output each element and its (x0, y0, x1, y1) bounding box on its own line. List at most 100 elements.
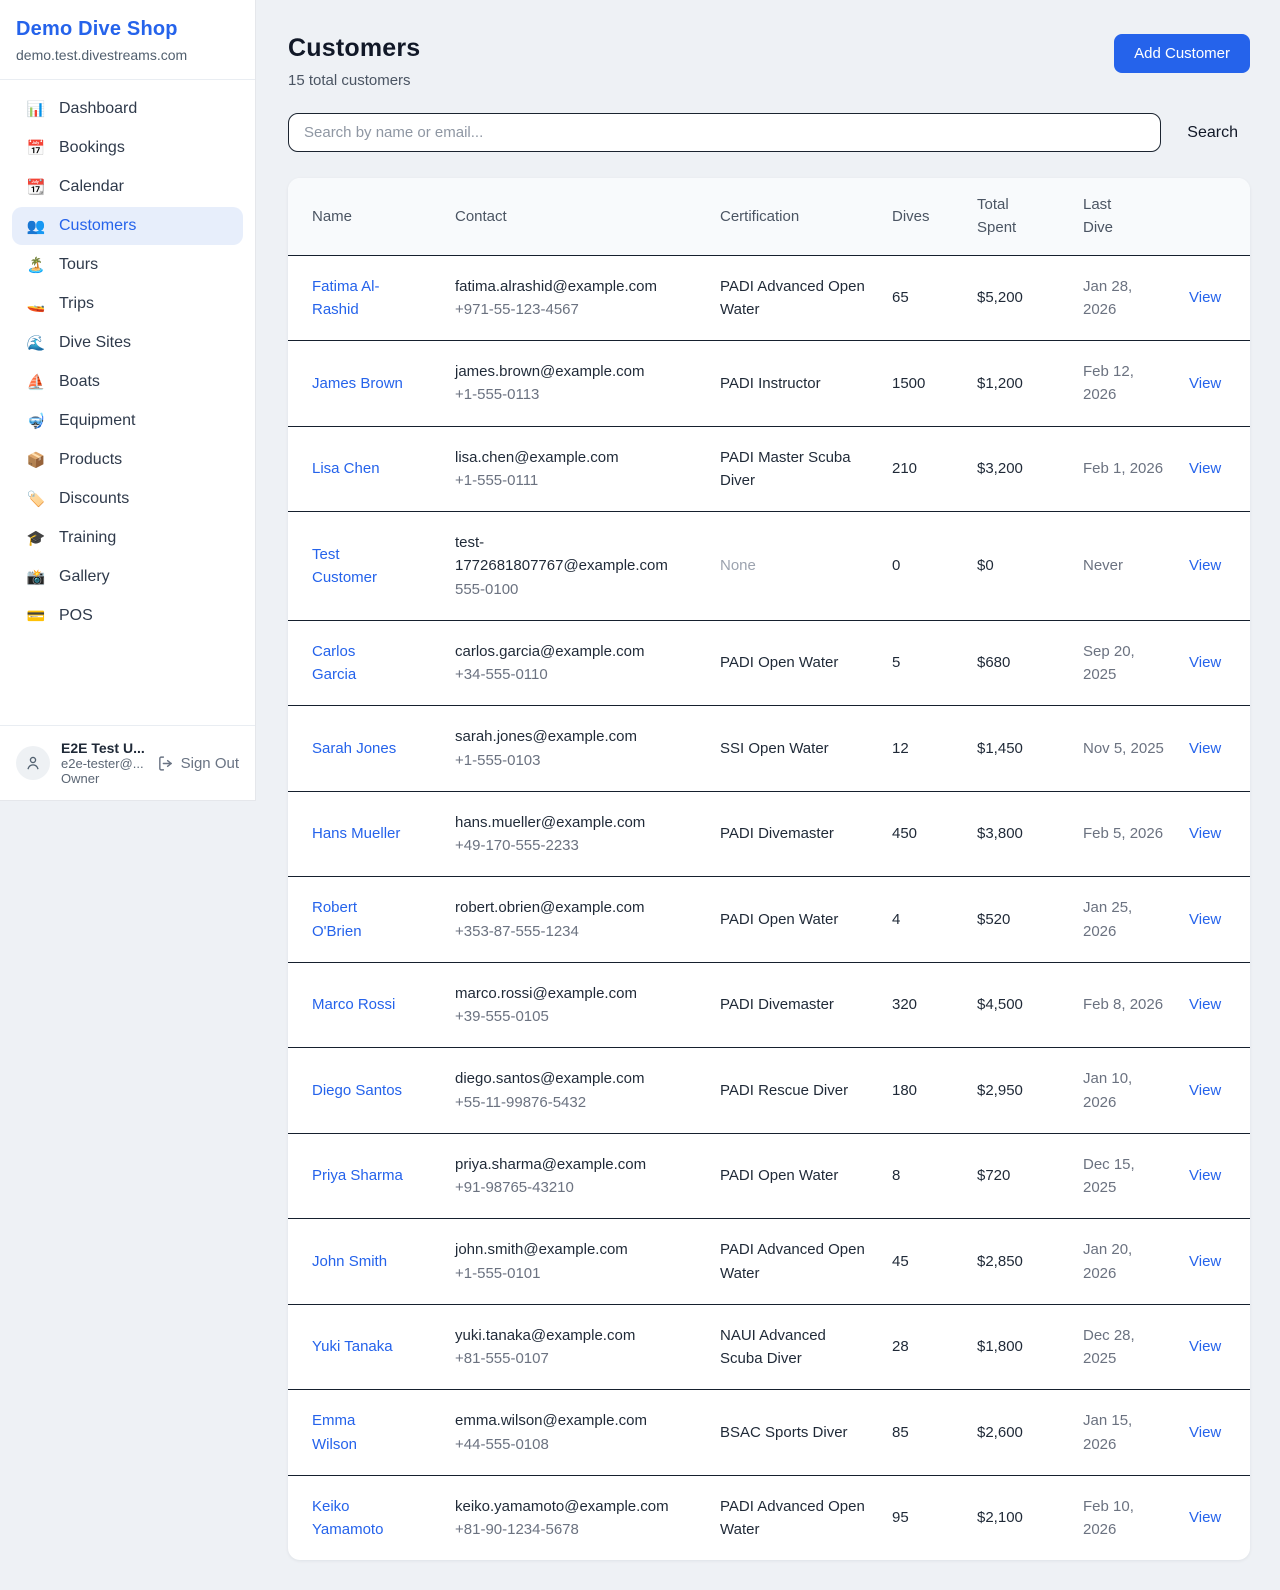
customer-name-link[interactable]: Priya Sharma (312, 1164, 403, 1187)
total-spent-cell: $3,200 (965, 426, 1071, 512)
sidebar: Demo Dive Shop demo.test.divestreams.com… (0, 0, 256, 801)
sidebar-item-discounts[interactable]: 🏷️Discounts (12, 480, 243, 518)
trips-icon: 🚤 (26, 295, 46, 313)
view-link[interactable]: View (1189, 375, 1221, 392)
dives-cell: 65 (880, 255, 965, 341)
total-spent-cell: $1,450 (965, 706, 1071, 792)
dives-cell: 0 (880, 512, 965, 621)
column-header-label: Contact (455, 208, 507, 225)
name-cell: Fatima Al-Rashid (288, 255, 443, 341)
calendar-icon: 📆 (26, 178, 46, 196)
certification-cell: PADI Open Water (708, 1133, 880, 1219)
user-icon (24, 754, 42, 772)
user-info: E2E Test U... e2e-tester@... Owner (61, 740, 144, 786)
table-row: Lisa Chenlisa.chen@example.com+1-555-011… (288, 426, 1250, 512)
contact-cell: diego.santos@example.com+55-11-99876-543… (443, 1048, 708, 1134)
certification-cell: SSI Open Water (708, 706, 880, 792)
view-link[interactable]: View (1189, 557, 1221, 574)
view-link[interactable]: View (1189, 1338, 1221, 1355)
customer-name-link[interactable]: Lisa Chen (312, 457, 380, 480)
sidebar-item-training[interactable]: 🎓Training (12, 519, 243, 557)
customer-name-link[interactable]: John Smith (312, 1250, 387, 1273)
customer-name-link[interactable]: James Brown (312, 372, 403, 395)
contact-cell: keiko.yamamoto@example.com+81-90-1234-56… (443, 1475, 708, 1560)
view-link[interactable]: View (1189, 654, 1221, 671)
certification-cell: PADI Master Scuba Diver (708, 426, 880, 512)
customer-name-link[interactable]: Marco Rossi (312, 993, 395, 1016)
last-dive-cell: Dec 28, 2025 (1071, 1304, 1177, 1390)
certification-value: NAUI Advanced Scuba Diver (720, 1327, 826, 1367)
certification-value: PADI Advanced Open Water (720, 1241, 865, 1281)
contact-cell: sarah.jones@example.com+1-555-0103 (443, 706, 708, 792)
view-link[interactable]: View (1189, 825, 1221, 842)
customer-email: lisa.chen@example.com (455, 446, 696, 469)
sidebar-item-customers[interactable]: 👥Customers (12, 207, 243, 245)
view-link[interactable]: View (1189, 1424, 1221, 1441)
name-cell: Priya Sharma (288, 1133, 443, 1219)
sidebar-item-equipment[interactable]: 🤿Equipment (12, 402, 243, 440)
customer-name-link[interactable]: Robert O'Brien (312, 896, 403, 943)
add-customer-button[interactable]: Add Customer (1114, 34, 1250, 73)
sidebar-item-gallery[interactable]: 📸Gallery (12, 558, 243, 596)
sidebar-item-bookings[interactable]: 📅Bookings (12, 129, 243, 167)
sidebar-item-dive-sites[interactable]: 🌊Dive Sites (12, 324, 243, 362)
view-link[interactable]: View (1189, 289, 1221, 306)
sidebar-item-trips[interactable]: 🚤Trips (12, 285, 243, 323)
contact-cell: hans.mueller@example.com+49-170-555-2233 (443, 791, 708, 877)
sidebar-item-tours[interactable]: 🏝️Tours (12, 246, 243, 284)
column-header-actions (1177, 178, 1250, 255)
last-dive-cell: Jan 28, 2026 (1071, 255, 1177, 341)
actions-cell: View (1177, 706, 1250, 792)
total-spent-cell: $0 (965, 512, 1071, 621)
certification-cell: PADI Advanced Open Water (708, 255, 880, 341)
search-button[interactable]: Search (1175, 116, 1250, 150)
view-link[interactable]: View (1189, 1167, 1221, 1184)
customer-name-link[interactable]: Carlos Garcia (312, 640, 403, 687)
table-row: Test Customertest-1772681807767@example.… (288, 512, 1250, 621)
customer-name-link[interactable]: Hans Mueller (312, 822, 400, 845)
sign-out-button[interactable]: Sign Out (157, 755, 239, 772)
sidebar-item-pos[interactable]: 💳POS (12, 597, 243, 635)
contact-cell: fatima.alrashid@example.com+971-55-123-4… (443, 255, 708, 341)
customer-name-link[interactable]: Test Customer (312, 543, 403, 590)
view-link[interactable]: View (1189, 1253, 1221, 1270)
user-section: E2E Test U... e2e-tester@... Owner Sign … (0, 725, 255, 800)
name-cell: Keiko Yamamoto (288, 1475, 443, 1560)
customer-name-link[interactable]: Fatima Al-Rashid (312, 275, 403, 322)
customer-name-link[interactable]: Sarah Jones (312, 737, 396, 760)
certification-value: PADI Rescue Diver (720, 1082, 848, 1099)
bookings-icon: 📅 (26, 139, 46, 157)
customer-name-link[interactable]: Yuki Tanaka (312, 1335, 393, 1358)
customer-phone: +81-90-1234-5678 (455, 1518, 696, 1541)
customer-email: marco.rossi@example.com (455, 982, 696, 1005)
view-link[interactable]: View (1189, 460, 1221, 477)
name-cell: Marco Rossi (288, 962, 443, 1048)
certification-value: PADI Advanced Open Water (720, 278, 865, 318)
name-cell: Lisa Chen (288, 426, 443, 512)
last-dive-cell: Jan 25, 2026 (1071, 877, 1177, 963)
sidebar-item-products[interactable]: 📦Products (12, 441, 243, 479)
customer-name-link[interactable]: Keiko Yamamoto (312, 1495, 403, 1542)
view-link[interactable]: View (1189, 911, 1221, 928)
total-spent-cell: $2,950 (965, 1048, 1071, 1134)
table-row: Fatima Al-Rashid fatima.alrashid@example.… (288, 255, 1250, 341)
contact-cell: emma.wilson@example.com+44-555-0108 (443, 1390, 708, 1476)
certification-cell: PADI Rescue Diver (708, 1048, 880, 1134)
total-spent-cell: $2,850 (965, 1219, 1071, 1305)
actions-cell: View (1177, 962, 1250, 1048)
gallery-icon: 📸 (26, 568, 46, 586)
customer-name-link[interactable]: Emma Wilson (312, 1409, 403, 1456)
view-link[interactable]: View (1189, 996, 1221, 1013)
sidebar-item-calendar[interactable]: 📆Calendar (12, 168, 243, 206)
search-input[interactable] (288, 113, 1161, 152)
view-link[interactable]: View (1189, 740, 1221, 757)
sidebar-item-dashboard[interactable]: 📊Dashboard (12, 90, 243, 128)
view-link[interactable]: View (1189, 1509, 1221, 1526)
sidebar-item-boats[interactable]: ⛵Boats (12, 363, 243, 401)
customer-phone: +353-87-555-1234 (455, 920, 696, 943)
view-link[interactable]: View (1189, 1082, 1221, 1099)
customer-name-link[interactable]: Diego Santos (312, 1079, 402, 1102)
actions-cell: View (1177, 1475, 1250, 1560)
customers-table: NameContactCertificationDivesTotal Spent… (288, 178, 1250, 1560)
app-title: Demo Dive Shop (16, 18, 239, 41)
